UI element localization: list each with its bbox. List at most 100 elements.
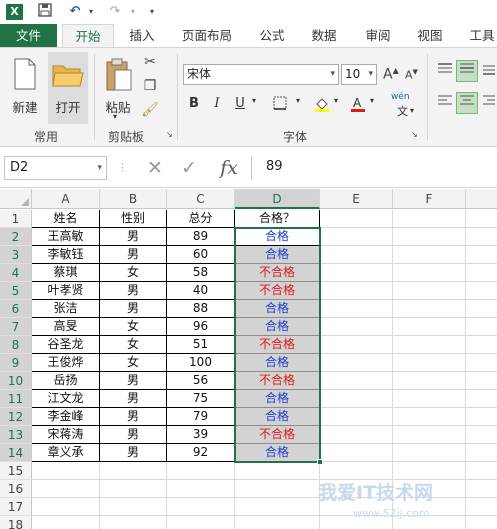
cell-gender[interactable]: 男 — [100, 228, 167, 246]
empty-cell[interactable] — [393, 426, 466, 444]
cell-gender[interactable]: 女 — [100, 336, 167, 354]
empty-cell[interactable] — [32, 498, 100, 516]
empty-cell[interactable] — [167, 462, 235, 480]
column-header-c[interactable]: C — [167, 189, 235, 209]
shrink-font-button[interactable]: A▼ — [405, 68, 418, 82]
cell-result[interactable]: 合格 — [235, 354, 320, 372]
empty-cell[interactable] — [466, 480, 497, 498]
empty-cell[interactable] — [320, 264, 393, 282]
row-header[interactable]: 11 — [0, 390, 32, 408]
empty-cell[interactable] — [393, 300, 466, 318]
copy-icon[interactable]: ❐ — [141, 78, 159, 94]
row-header[interactable]: 18 — [0, 516, 32, 529]
row-header[interactable]: 12 — [0, 408, 32, 426]
cell-result[interactable]: 合格 — [235, 300, 320, 318]
empty-cell[interactable] — [32, 480, 100, 498]
clipboard-launcher-icon[interactable]: ↘ — [166, 130, 173, 139]
fill-color-dropdown-icon[interactable]: ▾ — [334, 96, 338, 105]
empty-cell[interactable] — [466, 516, 497, 529]
undo-dropdown-icon[interactable]: ▾ — [82, 3, 100, 21]
cell-score[interactable]: 79 — [167, 408, 235, 426]
save-icon[interactable] — [36, 3, 54, 21]
bold-button[interactable]: B — [187, 96, 201, 111]
column-header-b[interactable]: B — [100, 189, 167, 209]
empty-cell[interactable] — [32, 462, 100, 480]
row-header[interactable]: 5 — [0, 282, 32, 300]
column-header-e[interactable]: E — [320, 189, 393, 209]
empty-cell[interactable] — [320, 408, 393, 426]
row-header[interactable]: 10 — [0, 372, 32, 390]
empty-cell[interactable] — [466, 462, 497, 480]
cell-name[interactable]: 谷圣龙 — [32, 336, 100, 354]
empty-cell[interactable] — [393, 336, 466, 354]
empty-cell[interactable] — [167, 480, 235, 498]
empty-cell[interactable] — [393, 282, 466, 300]
empty-cell[interactable] — [100, 498, 167, 516]
cell-score[interactable]: 100 — [167, 354, 235, 372]
cell-name[interactable]: 江文龙 — [32, 390, 100, 408]
empty-cell[interactable] — [466, 498, 497, 516]
cell-result[interactable]: 合格 — [235, 228, 320, 246]
row-header[interactable]: 1 — [0, 210, 32, 228]
tab-file[interactable]: 文件 — [0, 24, 57, 47]
cell-score[interactable]: 51 — [167, 336, 235, 354]
customize-toolbar-icon[interactable]: ▾ — [143, 3, 161, 21]
empty-cell[interactable] — [466, 408, 497, 426]
cell-gender[interactable]: 男 — [100, 300, 167, 318]
cell-result[interactable]: 不合格 — [235, 336, 320, 354]
empty-cell[interactable] — [320, 300, 393, 318]
cell-score[interactable]: 56 — [167, 372, 235, 390]
empty-cell[interactable] — [320, 282, 393, 300]
cell-score[interactable]: 89 — [167, 228, 235, 246]
cell-result[interactable]: 合格 — [235, 408, 320, 426]
row-header[interactable]: 2 — [0, 228, 32, 246]
formula-input[interactable]: 89 — [251, 156, 497, 180]
paste-dropdown-icon[interactable]: ▾ — [113, 112, 117, 121]
borders-dropdown-icon[interactable]: ▾ — [296, 96, 300, 105]
select-all-corner[interactable] — [0, 189, 32, 209]
font-color-dropdown-icon[interactable]: ▾ — [370, 96, 374, 105]
cell-score[interactable]: 60 — [167, 246, 235, 264]
empty-cell[interactable] — [466, 228, 497, 246]
row-header[interactable]: 17 — [0, 498, 32, 516]
cell-score[interactable]: 75 — [167, 390, 235, 408]
empty-cell[interactable] — [393, 318, 466, 336]
cell-gender[interactable]: 男 — [100, 408, 167, 426]
tab-home[interactable]: 开始 — [62, 24, 114, 47]
cell-name[interactable]: 蔡琪 — [32, 264, 100, 282]
row-header[interactable]: 6 — [0, 300, 32, 318]
phonetic-dropdown-icon[interactable]: ▾ — [410, 106, 414, 115]
empty-cell[interactable] — [466, 300, 497, 318]
cell-score[interactable]: 58 — [167, 264, 235, 282]
fill-handle[interactable] — [317, 459, 323, 465]
empty-cell[interactable] — [32, 516, 100, 529]
header-cell[interactable]: 合格？ — [235, 210, 320, 228]
empty-cell[interactable] — [466, 354, 497, 372]
align-bottom-button[interactable] — [480, 62, 497, 80]
align-left-button[interactable] — [435, 94, 455, 112]
name-box[interactable]: D2 ▾ — [4, 156, 107, 180]
tab-formulas[interactable]: 公式 — [253, 24, 291, 47]
align-top-button[interactable] — [435, 62, 455, 80]
new-button[interactable]: 新建 — [6, 52, 44, 124]
empty-cell[interactable] — [320, 354, 393, 372]
empty-cell[interactable] — [393, 264, 466, 282]
empty-cell[interactable] — [466, 318, 497, 336]
borders-button[interactable] — [272, 96, 288, 114]
grow-font-button[interactable]: A▲ — [383, 66, 399, 83]
align-middle-button[interactable] — [456, 60, 478, 82]
cell-name[interactable]: 叶孝贤 — [32, 282, 100, 300]
cell-name[interactable]: 高旻 — [32, 318, 100, 336]
font-size-select[interactable]: 10 ▾ — [341, 64, 377, 85]
empty-cell[interactable] — [320, 390, 393, 408]
cell-gender[interactable]: 女 — [100, 264, 167, 282]
empty-cell[interactable] — [393, 210, 466, 228]
cell-result[interactable]: 不合格 — [235, 282, 320, 300]
cell-result[interactable]: 不合格 — [235, 426, 320, 444]
cell-result[interactable]: 不合格 — [235, 264, 320, 282]
empty-cell[interactable] — [100, 480, 167, 498]
header-cell[interactable]: 姓名 — [32, 210, 100, 228]
empty-cell[interactable] — [393, 246, 466, 264]
empty-cell[interactable] — [235, 516, 320, 529]
empty-cell[interactable] — [320, 228, 393, 246]
